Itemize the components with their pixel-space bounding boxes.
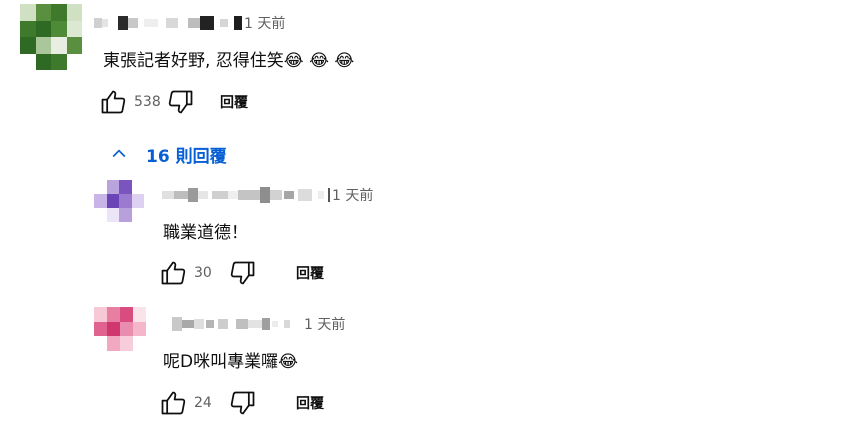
thumb-up-icon (161, 261, 186, 285)
comment-action-bar: 538 回覆 (98, 87, 248, 117)
reply-button[interactable]: 回覆 (296, 393, 324, 413)
chevron-up-icon (112, 149, 126, 158)
blurred-username (94, 18, 102, 28)
thumb-down-icon (230, 391, 255, 415)
avatar[interactable] (94, 180, 144, 222)
like-count: 30 (194, 265, 212, 281)
dislike-button[interactable] (166, 87, 196, 117)
comment-text: 東張記者好野, 忍得住笑😂 😂 😂 (103, 51, 355, 71)
reply-text: 呢D咪叫專業囉😂 (163, 352, 298, 372)
like-button[interactable] (98, 87, 128, 117)
dislike-button[interactable] (228, 258, 258, 288)
thumb-up-icon (101, 90, 126, 114)
reply-button[interactable]: 回覆 (220, 92, 248, 112)
blurred-username (172, 317, 182, 331)
like-count: 24 (194, 395, 212, 411)
comment-author-name[interactable]: 1 天前 (94, 12, 285, 34)
avatar[interactable] (94, 307, 146, 351)
blurred-username (162, 191, 174, 199)
thumb-down-icon (230, 261, 255, 285)
reply-timestamp[interactable]: 1 天前 (332, 185, 373, 205)
replies-toggle[interactable]: 16 則回覆 (106, 142, 227, 167)
reply-action-bar: 24 回覆 (158, 388, 324, 418)
like-button[interactable] (158, 258, 188, 288)
dislike-button[interactable] (228, 388, 258, 418)
like-button[interactable] (158, 388, 188, 418)
reply-author-name[interactable]: 1 天前 (172, 313, 345, 335)
thumb-up-icon (161, 391, 186, 415)
reply-author-name[interactable]: 1 天前 (162, 184, 373, 206)
like-count: 538 (134, 94, 161, 110)
reply-action-bar: 30 回覆 (158, 258, 324, 288)
reply-timestamp[interactable]: 1 天前 (304, 314, 345, 334)
thumb-down-icon (168, 90, 193, 114)
comment-timestamp[interactable]: 1 天前 (244, 13, 285, 33)
reply-button[interactable]: 回覆 (296, 263, 324, 283)
reply-text: 職業道德！ (163, 223, 248, 243)
avatar[interactable] (20, 4, 82, 70)
replies-toggle-label: 16 則回覆 (146, 146, 227, 167)
